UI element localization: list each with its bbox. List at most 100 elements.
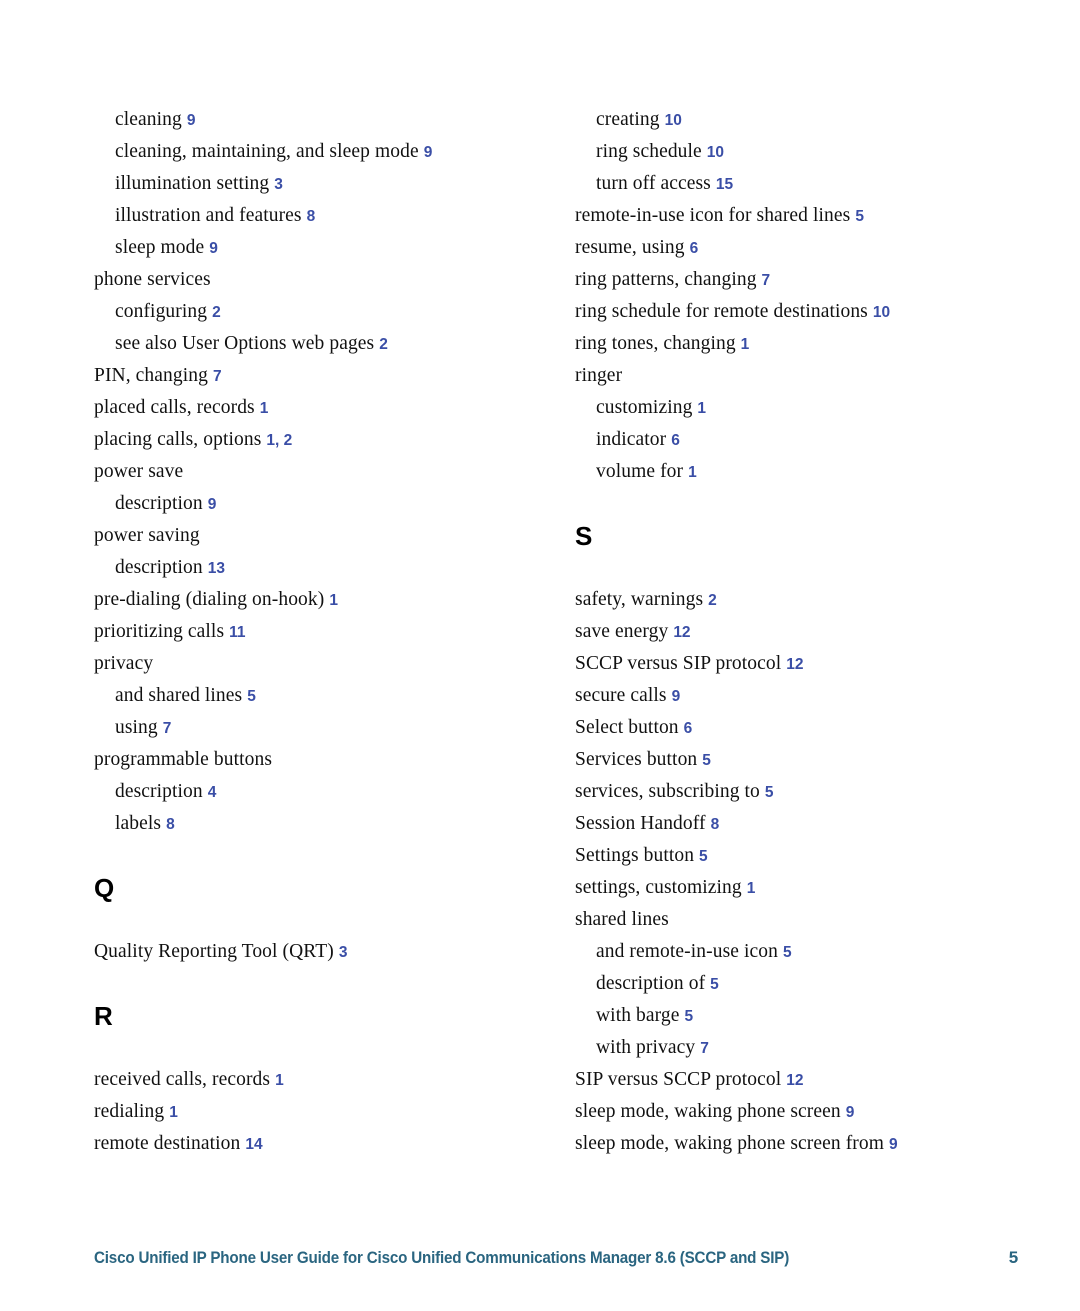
index-entry[interactable]: ring schedule for remote destinations 10 [575,296,1015,328]
index-entry[interactable]: ring schedule 10 [575,136,1015,168]
index-entry-page-ref[interactable]: 5 [684,1008,693,1025]
index-entry-page-ref[interactable]: 7 [700,1040,709,1057]
index-entry-page-ref[interactable]: 9 [846,1104,855,1121]
index-entry[interactable]: description 13 [94,552,549,584]
index-entry[interactable]: phone services [94,264,549,296]
index-entry-page-ref[interactable]: 5 [247,688,256,705]
index-entry[interactable]: turn off access 15 [575,168,1015,200]
index-entry[interactable]: SCCP versus SIP protocol 12 [575,648,1015,680]
index-entry[interactable]: power save [94,456,549,488]
index-entry-page-ref[interactable]: 9 [424,144,433,161]
index-entry-page-ref[interactable]: 5 [765,784,774,801]
index-entry-page-ref[interactable]: 1 [747,880,756,897]
index-entry[interactable]: save energy 12 [575,616,1015,648]
index-entry-page-ref[interactable]: 1 [329,592,338,609]
index-entry[interactable]: resume, using 6 [575,232,1015,264]
index-entry[interactable]: Settings button 5 [575,840,1015,872]
index-entry-page-ref[interactable]: 8 [711,816,720,833]
index-entry[interactable]: redialing 1 [94,1096,549,1128]
index-entry[interactable]: configuring 2 [94,296,549,328]
index-entry[interactable]: pre-dialing (dialing on-hook) 1 [94,584,549,616]
index-entry-page-ref[interactable]: 7 [163,720,172,737]
index-entry[interactable]: description of 5 [575,968,1015,1000]
index-entry-page-ref[interactable]: 5 [702,752,711,769]
index-entry-page-ref[interactable]: 13 [208,560,225,577]
index-entry[interactable]: ring patterns, changing 7 [575,264,1015,296]
index-entry[interactable]: safety, warnings 2 [575,584,1015,616]
index-entry-page-ref[interactable]: 10 [873,304,890,321]
index-entry[interactable]: ringer [575,360,1015,392]
index-entry[interactable]: prioritizing calls 11 [94,616,549,648]
index-entry-page-ref[interactable]: 11 [229,624,245,641]
index-entry[interactable]: secure calls 9 [575,680,1015,712]
index-entry[interactable]: placed calls, records 1 [94,392,549,424]
index-entry[interactable]: services, subscribing to 5 [575,776,1015,808]
index-entry-page-ref[interactable]: 5 [699,848,708,865]
index-entry-page-ref[interactable]: 9 [889,1136,898,1153]
index-entry[interactable]: Services button 5 [575,744,1015,776]
index-entry[interactable]: description 9 [94,488,549,520]
index-entry[interactable]: illumination setting 3 [94,168,549,200]
index-entry[interactable]: see also User Options web pages 2 [94,328,549,360]
index-entry[interactable]: cleaning, maintaining, and sleep mode 9 [94,136,549,168]
index-entry-page-ref[interactable]: 4 [208,784,217,801]
index-entry[interactable]: sleep mode, waking phone screen from 9 [575,1128,1015,1160]
index-entry[interactable]: Quality Reporting Tool (QRT) 3 [94,936,549,968]
index-entry-page-ref[interactable]: 10 [707,144,724,161]
index-entry[interactable]: description 4 [94,776,549,808]
index-entry-page-ref[interactable]: 10 [665,112,682,129]
index-entry[interactable]: power saving [94,520,549,552]
index-entry-page-ref[interactable]: 12 [786,656,803,673]
index-entry-page-ref[interactable]: 8 [307,208,316,225]
index-entry[interactable]: remote destination 14 [94,1128,549,1160]
index-entry-page-ref[interactable]: 2 [708,592,717,609]
index-entry[interactable]: with privacy 7 [575,1032,1015,1064]
index-entry-page-ref[interactable]: 6 [671,432,680,449]
index-entry[interactable]: Session Handoff 8 [575,808,1015,840]
index-entry[interactable]: volume for 1 [575,456,1015,488]
index-entry-page-ref[interactable]: 1 [169,1104,178,1121]
index-entry-page-ref[interactable]: 1 [260,400,269,417]
index-entry[interactable]: PIN, changing 7 [94,360,549,392]
index-entry[interactable]: ring tones, changing 1 [575,328,1015,360]
index-entry[interactable]: with barge 5 [575,1000,1015,1032]
index-entry[interactable]: sleep mode 9 [94,232,549,264]
index-entry-page-ref[interactable]: 5 [783,944,792,961]
index-entry-page-ref[interactable]: 14 [245,1136,262,1153]
index-entry[interactable]: cleaning 9 [94,104,549,136]
index-entry-page-ref[interactable]: 9 [208,496,217,513]
index-entry-page-ref[interactable]: 1, 2 [266,432,292,449]
index-entry[interactable]: remote-in-use icon for shared lines 5 [575,200,1015,232]
index-entry[interactable]: SIP versus SCCP protocol 12 [575,1064,1015,1096]
index-entry-page-ref[interactable]: 15 [716,176,733,193]
index-entry-page-ref[interactable]: 12 [673,624,690,641]
index-entry-page-ref[interactable]: 6 [690,240,699,257]
index-entry-page-ref[interactable]: 8 [166,816,175,833]
index-entry-page-ref[interactable]: 12 [786,1072,803,1089]
index-entry-page-ref[interactable]: 6 [684,720,693,737]
index-entry-page-ref[interactable]: 3 [274,176,283,193]
index-entry-page-ref[interactable]: 9 [209,240,218,257]
index-entry-page-ref[interactable]: 7 [213,368,222,385]
index-entry-page-ref[interactable]: 1 [688,464,697,481]
index-entry-page-ref[interactable]: 2 [212,304,221,321]
index-entry-page-ref[interactable]: 1 [741,336,750,353]
index-entry[interactable]: creating 10 [575,104,1015,136]
index-entry-page-ref[interactable]: 2 [379,336,388,353]
index-entry[interactable]: received calls, records 1 [94,1064,549,1096]
index-entry-page-ref[interactable]: 9 [187,112,196,129]
index-entry[interactable]: settings, customizing 1 [575,872,1015,904]
index-entry-page-ref[interactable]: 9 [672,688,681,705]
index-entry[interactable]: using 7 [94,712,549,744]
index-entry-page-ref[interactable]: 1 [697,400,706,417]
index-entry[interactable]: labels 8 [94,808,549,840]
index-entry[interactable]: Select button 6 [575,712,1015,744]
index-entry[interactable]: customizing 1 [575,392,1015,424]
index-entry[interactable]: and remote-in-use icon 5 [575,936,1015,968]
index-entry[interactable]: and shared lines 5 [94,680,549,712]
index-entry[interactable]: privacy [94,648,549,680]
index-entry-page-ref[interactable]: 7 [762,272,771,289]
index-entry[interactable]: placing calls, options 1, 2 [94,424,549,456]
index-entry-page-ref[interactable]: 5 [710,976,719,993]
index-entry[interactable]: sleep mode, waking phone screen 9 [575,1096,1015,1128]
